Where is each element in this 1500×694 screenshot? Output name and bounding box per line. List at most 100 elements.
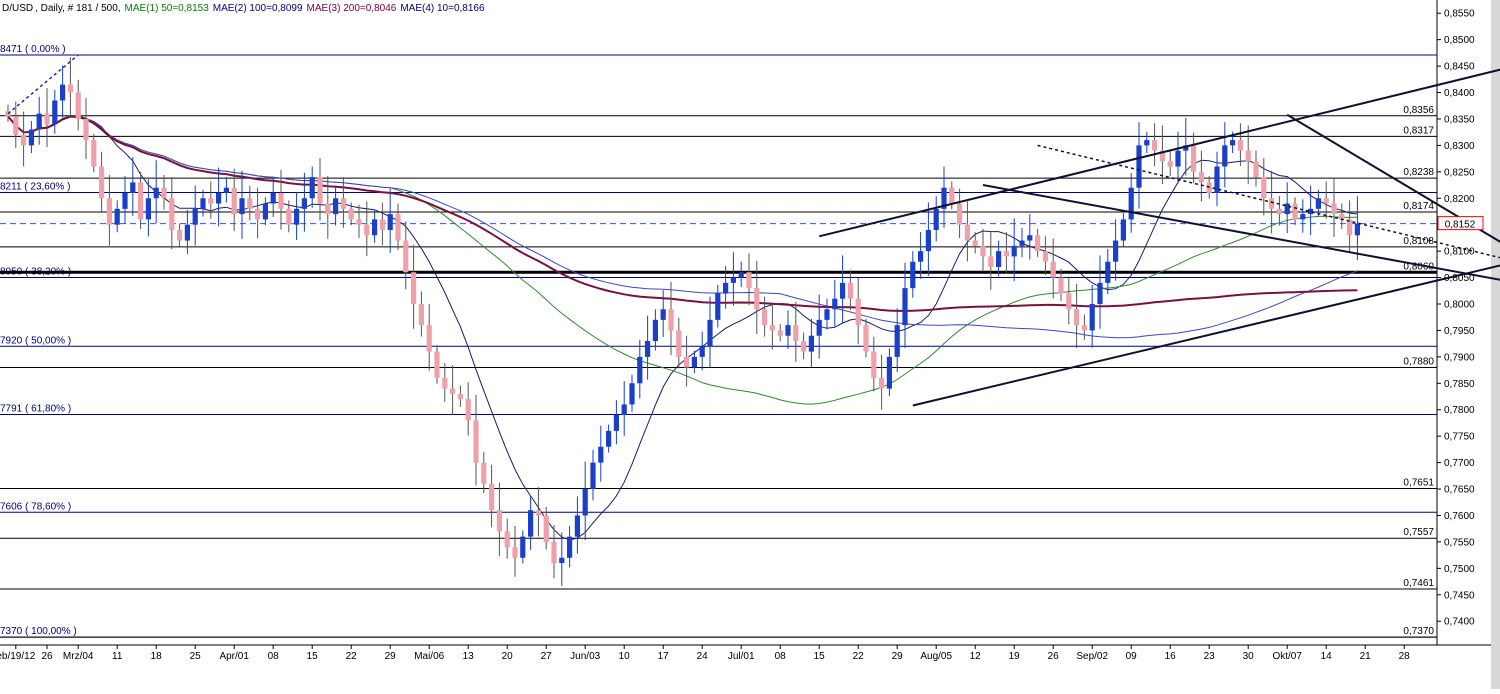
bear-candle (801, 341, 807, 352)
x-tick-label: 11 (112, 651, 123, 662)
bull-candle (294, 208, 300, 225)
bull-candle (660, 309, 666, 320)
bear-candle (434, 351, 440, 379)
bear-candle (426, 325, 432, 352)
bear-candle (1253, 161, 1259, 178)
x-tick-label: Mrz/04 (63, 651, 94, 662)
bull-candle (333, 198, 339, 215)
bull-candle (28, 129, 34, 146)
bear-candle (473, 420, 479, 463)
bear-candle (1331, 203, 1337, 215)
bear-candle (403, 240, 409, 273)
bear-candle (465, 399, 471, 421)
y-tick-label: 0,8250 (1444, 167, 1475, 178)
bear-candle (949, 187, 955, 204)
bear-candle (1167, 161, 1173, 167)
candlestick-chart[interactable]: 8471 ( 0,00% )8211 ( 23,60% )8050 ( 38,2… (0, 0, 1500, 689)
bear-candle (1191, 145, 1197, 172)
symbol-text: D/USD (2, 3, 33, 14)
mae3-text: MAE(3) 200=0,8046 (307, 3, 397, 14)
header-line: D/USD, Daily, # 181 / 500, MAE(1) 50=0,81… (2, 3, 485, 14)
bear-candle (957, 203, 963, 225)
bear-candle (247, 198, 253, 209)
bull-candle (114, 208, 120, 225)
bull-candle (613, 415, 619, 431)
bear-candle (1269, 198, 1275, 209)
level-price-label: 0,8317 (1403, 125, 1434, 136)
x-tick-label: 26 (1048, 651, 1060, 662)
bull-candle (1089, 303, 1095, 331)
x-tick-label: 27 (541, 651, 553, 662)
bull-candle (309, 177, 315, 199)
level-price-label: 0,7880 (1403, 356, 1434, 367)
bear-candle (83, 118, 89, 141)
x-tick-label: Jul/01 (728, 651, 755, 662)
bear-candle (972, 240, 978, 246)
bull-candle (824, 309, 830, 320)
mae2-text: MAE(2) 100=0,8099 (213, 3, 303, 14)
bull-candle (730, 277, 736, 283)
bear-candle (44, 113, 50, 125)
fib-level-label: 8471 ( 0,00% ) (0, 44, 66, 55)
bull-candle (652, 319, 658, 342)
bear-candle (75, 92, 81, 119)
bull-candle (707, 319, 713, 347)
x-tick-label: 19 (1009, 651, 1021, 662)
x-tick-label: 13 (463, 651, 475, 662)
bear-candle (863, 325, 869, 352)
y-tick-label: 0,7700 (1444, 458, 1475, 469)
bear-candle (964, 224, 970, 241)
y-tick-label: 0,7600 (1444, 511, 1475, 522)
bear-candle (67, 84, 73, 93)
bull-candle (1230, 140, 1236, 146)
bull-candle (645, 341, 651, 357)
bull-candle (52, 100, 58, 125)
bear-candle (99, 166, 105, 199)
x-tick-label: Aug/05 (920, 651, 952, 662)
bull-candle (372, 219, 378, 236)
bull-candle (60, 84, 66, 101)
bear-candle (1245, 150, 1251, 162)
bull-candle (832, 298, 838, 310)
bear-candle (1074, 309, 1080, 326)
bear-candle (871, 351, 877, 379)
bear-candle (1292, 203, 1298, 220)
fib-level-label: 7920 ( 50,00% ) (0, 335, 71, 346)
y-tick-label: 0,8300 (1444, 141, 1475, 152)
bull-candle (239, 198, 245, 215)
bull-candle (301, 198, 307, 209)
bull-candle (715, 293, 721, 320)
level-price-label: 0,8174 (1403, 201, 1434, 212)
bull-candle (590, 462, 596, 490)
level-price-label: 0,8238 (1403, 167, 1434, 178)
x-tick-label: Mai/06 (414, 651, 444, 662)
bull-candle (1120, 219, 1126, 241)
right-scrollbar[interactable] (1491, 0, 1500, 689)
mae4-text: MAE(4) 10=0,8166 (400, 3, 485, 14)
bear-candle (208, 198, 214, 204)
bull-candle (262, 203, 268, 220)
bear-candle (91, 140, 97, 167)
bull-candle (933, 208, 939, 230)
bull-candle (1136, 145, 1142, 188)
bear-candle (1081, 325, 1087, 331)
bull-candle (36, 113, 42, 130)
fib-level-label: 7791 ( 61,80% ) (0, 403, 71, 414)
y-tick-label: 0,7950 (1444, 326, 1475, 337)
bull-candle (598, 446, 604, 463)
x-tick-label: 24 (697, 651, 709, 662)
level-price-label: 0,7461 (1403, 578, 1434, 589)
bear-candle (1003, 251, 1009, 257)
bear-candle (348, 208, 354, 220)
bear-candle (418, 303, 424, 326)
x-tick-label: 14 (1321, 651, 1333, 662)
forex-chart-window[interactable]: 8471 ( 0,00% )8211 ( 23,60% )8050 ( 38,2… (0, 0, 1500, 689)
y-tick-label: 0,8100 (1444, 247, 1475, 258)
bull-candle (1128, 187, 1134, 220)
chart-background (0, 0, 1500, 689)
bull-candle (223, 187, 229, 193)
bull-candle (1175, 150, 1181, 167)
x-tick-label: 25 (190, 651, 202, 662)
level-price-label: 0,7557 (1403, 527, 1434, 538)
bull-candle (520, 536, 526, 558)
